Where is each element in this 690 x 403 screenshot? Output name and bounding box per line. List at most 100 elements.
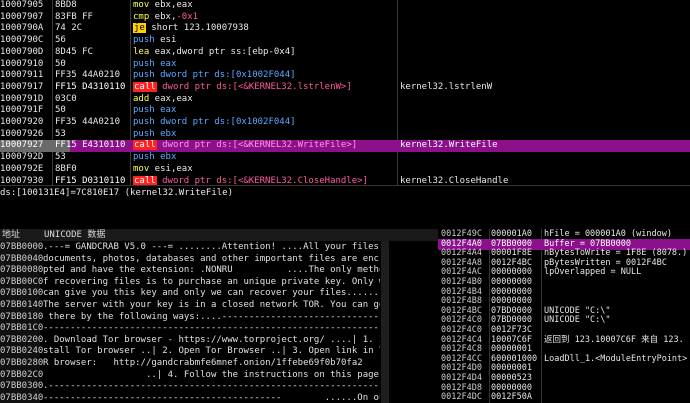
instruction-token: eax: [154, 58, 177, 69]
instruction-token: ebx,eax: [149, 0, 193, 10]
disasm-row[interactable]: 1000792D 53 push ebx: [0, 152, 690, 164]
dump-row[interactable]: 07BB00C0 f recovering files is to purchas…: [0, 276, 380, 288]
disasm-row[interactable]: 1000790A 74 2C je short 123.10007938: [0, 23, 690, 35]
disasm-instruction: push dword ptr ds:[0x1002F044]: [133, 70, 395, 82]
dump-address: 07BB0140: [0, 300, 44, 310]
instruction-token: dword ptr ds:[<&KERNEL32.WriteFile>]: [156, 140, 358, 151]
dump-unicode-text: pted and have the extension: .NONRU ....…: [43, 265, 380, 276]
disasm-hex-bytes: 83FB FF: [55, 11, 93, 22]
dump-address: 07BB0280: [0, 358, 44, 368]
disasm-hex-bytes: 53: [55, 128, 66, 139]
dump-scrollbar[interactable]: [381, 241, 389, 403]
instruction-token: ebx,: [149, 11, 177, 22]
disasm-hex-bytes: FF15 E4310110: [55, 140, 126, 151]
dump-row[interactable]: 07BB0240 stall Tor browser ..| 2. Open To…: [0, 345, 380, 357]
dump-unicode-text: f recovering files is to purchase an uni…: [43, 276, 380, 287]
dump-row[interactable]: 07BB0100 can give you this key and only w…: [0, 287, 380, 299]
instruction-token: short 123.10007938: [145, 23, 249, 34]
disasm-hex-bytes: 50: [55, 105, 66, 116]
disasm-instruction: call dword ptr ds:[<&KERNEL32.CloseHandl…: [133, 175, 395, 186]
disasm-row[interactable]: 1000791D 03C0 add eax,eax: [0, 94, 690, 106]
dump-row[interactable]: 07BB0080 pted and have the extension: .NO…: [0, 264, 380, 276]
dump-address-header[interactable]: 地址: [2, 229, 20, 241]
dump-row[interactable]: 07BB02C0 ..| 4. Follow the instructions …: [0, 369, 380, 381]
disasm-hex-bytes: 8BD8: [55, 0, 77, 10]
stack-pane[interactable]: 0012F49C 000001A0 hFile = 000001A0 (window…: [438, 229, 690, 403]
instruction-token: eax,eax: [149, 93, 193, 104]
dump-row[interactable]: 07BB0040 documents, photos, databases and…: [0, 253, 380, 265]
info-status-line: ds:[100131E4]=7C810E17 (kernel32.WriteFi…: [0, 185, 690, 200]
instruction-token: cmp: [133, 11, 150, 22]
dump-row[interactable]: 07BB01C0 --------------------------------…: [0, 322, 380, 334]
instruction-token: push: [133, 35, 155, 46]
instruction-token: call: [133, 81, 157, 92]
disasm-row[interactable]: 1000790C 56 push esi: [0, 35, 690, 47]
disasm-row[interactable]: 10007920 FF35 44A0210 push dword ptr ds:[0…: [0, 117, 690, 129]
disasm-instruction: push ebx: [133, 152, 395, 164]
dump-unicode-text: The server with your key is in a closed …: [43, 300, 380, 310]
disasm-instruction: cmp ebx,-0x1: [133, 12, 395, 24]
instruction-token: ebx: [154, 152, 177, 163]
disasm-row[interactable]: 10007927 FF15 E4310110 call dword ptr ds:[…: [0, 140, 690, 153]
disasm-row[interactable]: 10007907 83FB FF cmp ebx,-0x1: [0, 12, 690, 24]
instruction-token: push: [133, 128, 155, 139]
stack-row[interactable]: 0012F4DC 0012F50A: [438, 392, 690, 403]
disasm-instruction: call dword ptr ds:[<&KERNEL32.WriteFile>…: [133, 140, 395, 152]
instruction-token: je: [133, 23, 146, 34]
disasm-instruction: push eax: [133, 105, 395, 117]
instruction-token: dword ptr ds:[0x1002F044]: [154, 117, 296, 127]
dump-row[interactable]: 07BB0340 --------------------------------…: [0, 392, 380, 403]
disasm-hex-bytes: FF35 44A0210: [55, 117, 121, 127]
stack-address: 0012F4DC: [441, 392, 482, 403]
disasm-hex-bytes: FF35 44A0210: [55, 70, 121, 81]
disasm-hex-bytes: 8D45 FC: [55, 46, 93, 57]
disasm-row[interactable]: 1000790D 8D45 FC lea eax,dword ptr ss:[ebp…: [0, 47, 690, 59]
dump-row[interactable]: 07BB0140 The server with your key is in a…: [0, 299, 380, 311]
stack-value: 0012F50A: [491, 392, 532, 403]
disasm-row[interactable]: 1000792E 8BF0 mov esi,eax: [0, 164, 690, 176]
dump-row[interactable]: 07BB0000 .---= GANDCRAB V5.0 ---= .......…: [0, 241, 380, 253]
dump-unicode-header[interactable]: UNICODE 数据: [44, 229, 105, 241]
instruction-token: esi: [154, 35, 177, 46]
dump-address: 07BB0200: [0, 334, 44, 345]
dump-unicode-text: .---------------------------------------…: [43, 381, 380, 392]
instruction-token: eax: [154, 105, 177, 116]
dump-address: 07BB0040: [0, 253, 44, 264]
disasm-row[interactable]: 10007930 FF15 D0310110 call dword ptr ds:[…: [0, 175, 690, 186]
instruction-token: push: [133, 152, 155, 163]
instruction-token: mov: [133, 163, 150, 174]
instruction-token: push: [133, 58, 155, 69]
disasm-row[interactable]: 10007911 FF35 44A0210 push dword ptr ds:[0…: [0, 70, 690, 82]
dump-address: 07BB00C0: [0, 276, 44, 287]
pane-splitter[interactable]: [0, 199, 690, 229]
dump-row[interactable]: 07BB0180 there by the following ways:...…: [0, 311, 380, 323]
disasm-comment: kernel32.WriteFile: [400, 140, 498, 151]
disasm-row[interactable]: 1000791F 50 push eax: [0, 105, 690, 117]
disasm-row[interactable]: 10007926 53 push ebx: [0, 129, 690, 141]
dump-address: 07BB0000: [0, 242, 44, 252]
disasm-row[interactable]: 10007905 8BD8 mov ebx,eax: [0, 0, 690, 12]
instruction-token: call: [133, 175, 157, 185]
dump-address: 07BB0100: [0, 288, 44, 299]
disasm-instruction: je short 123.10007938: [133, 23, 395, 35]
disassembly-pane[interactable]: 10007905 8BD8 mov ebx,eax 10007907 83FB FF cm…: [0, 0, 690, 185]
dump-unicode-text: .---= GANDCRAB V5.0 ---= ........Attenti…: [43, 242, 380, 252]
dump-address: 07BB01C0: [0, 323, 44, 334]
dump-unicode-text: ..| 4. Follow the instructions on this p…: [43, 369, 380, 380]
disasm-instruction: mov esi,eax: [133, 164, 395, 176]
dump-row[interactable]: 07BB0200. Download Tor browser - https:/…: [0, 334, 380, 346]
dump-unicode-text: stall Tor browser ..| 2. Open Tor Browse…: [43, 346, 380, 357]
disasm-row[interactable]: 10007917 FF15 D4310110 call dword ptr ds:[…: [0, 81, 690, 94]
memory-dump-pane[interactable]: 地址 UNICODE 数据 07BB0000 .---= GANDCRAB V5.…: [0, 229, 439, 403]
disasm-row[interactable]: 10007910 50 push eax: [0, 59, 690, 71]
dump-row[interactable]: 07BB0280 R browser: http://gandcrabmfe6mn…: [0, 357, 380, 369]
dump-address: 07BB02C0: [0, 369, 44, 380]
dump-unicode-text: there by the following ways:....--------…: [43, 311, 380, 322]
disasm-hex-bytes: FF15 D0310110: [55, 175, 126, 186]
instruction-token: dword ptr ds:[<&KERNEL32.CloseHandle>]: [156, 175, 369, 186]
dump-unicode-text: R browser: http://gandcrabmfe6mnef.onion…: [43, 358, 363, 368]
instruction-token: esi,eax: [149, 163, 193, 174]
disasm-instruction: mov ebx,eax: [133, 0, 395, 12]
disasm-instruction: add eax,eax: [133, 94, 395, 106]
dump-row[interactable]: 07BB0300 .-------------------------------…: [0, 380, 380, 392]
